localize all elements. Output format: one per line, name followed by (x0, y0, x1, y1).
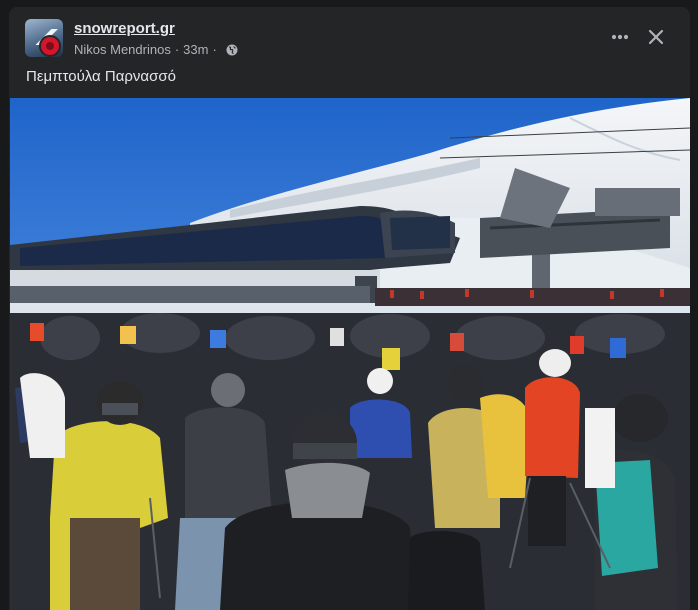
more-options-button[interactable] (607, 25, 633, 49)
close-icon (648, 29, 664, 45)
timestamp-link[interactable]: 33m (183, 42, 208, 57)
post-header: snowreport.gr Nikos Mendrinos · 33m · (9, 7, 690, 65)
skier-blue-jacket (350, 399, 412, 458)
meta-separator: · (174, 42, 180, 57)
post-card: snowreport.gr Nikos Mendrinos · 33m · Πε… (9, 7, 690, 610)
close-button[interactable] (643, 24, 669, 50)
page-avatar[interactable] (25, 19, 63, 57)
post-caption: Πεμπτούλα Παρνασσό (26, 68, 176, 85)
meta-separator-2: · (212, 42, 217, 57)
globe-icon[interactable] (226, 44, 238, 56)
page-name-link[interactable]: snowreport.gr (74, 20, 175, 37)
more-horizontal-icon (611, 34, 629, 40)
post-photo[interactable] (10, 98, 690, 610)
author-name[interactable]: Nikos Mendrinos (74, 42, 171, 57)
skier-gray-jacket (185, 407, 272, 518)
skier-dark-foreground (408, 531, 485, 610)
skier-red-jacket (525, 377, 580, 478)
avatar-logo-badge (39, 35, 61, 57)
post-meta: Nikos Mendrinos · 33m · (74, 42, 238, 57)
